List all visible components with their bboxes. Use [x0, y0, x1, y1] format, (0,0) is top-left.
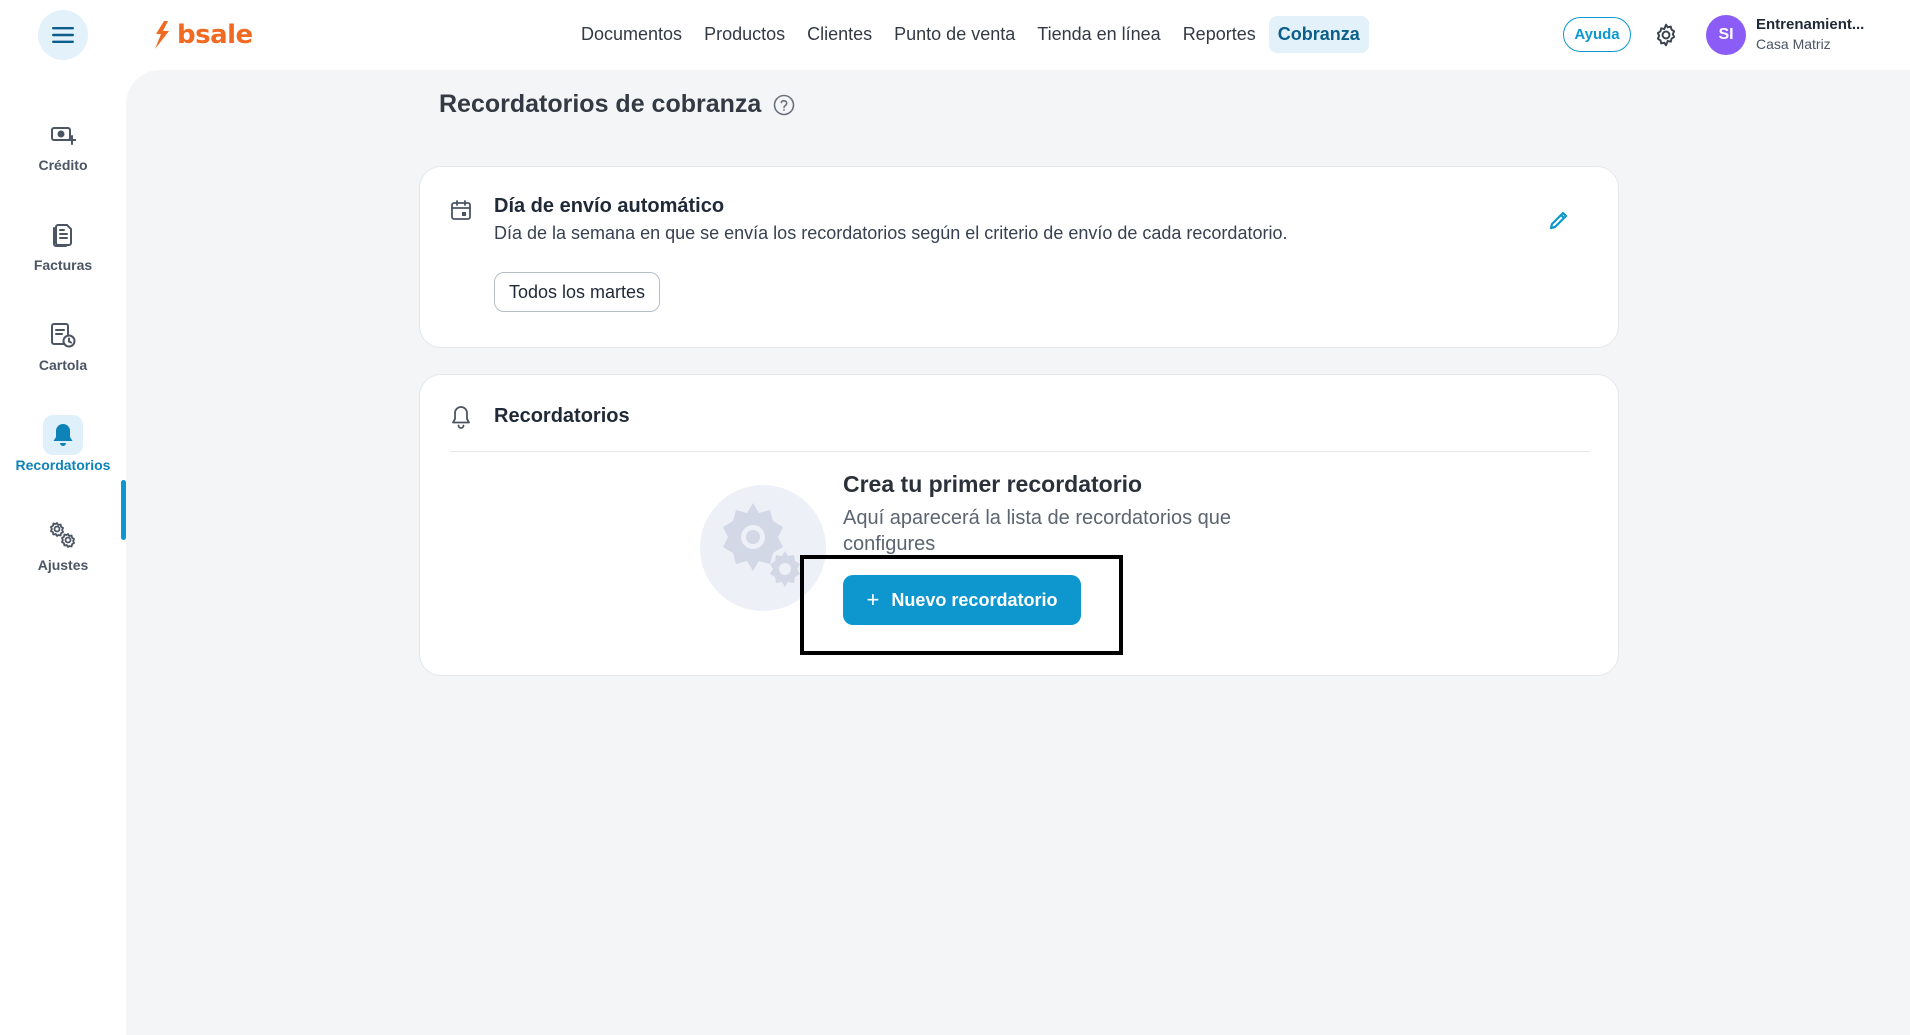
sidebar-item-credito[interactable]: Crédito — [0, 115, 126, 195]
bell-outline-icon — [452, 406, 470, 429]
sidebar-item-ajustes[interactable]: Ajustes — [0, 515, 126, 595]
auto-send-description: Día de la semana en que se envía los rec… — [494, 223, 1288, 243]
statement-clock-icon — [51, 323, 76, 348]
bell-icon — [53, 424, 73, 446]
top-navigation: Documentos Productos Clientes Punto de v… — [572, 14, 1369, 54]
sidebar-item-facturas[interactable]: Facturas — [0, 215, 126, 295]
gears-illustration-icon — [700, 485, 826, 611]
sidebar-item-label: Cartola — [38, 357, 88, 373]
empty-state-title: Crea tu primer recordatorio — [843, 471, 1143, 497]
nav-cobranza[interactable]: Cobranza — [1268, 15, 1369, 53]
top-bar: bsale Documentos Productos Clientes Punt… — [0, 0, 1910, 70]
edit-button[interactable] — [1544, 205, 1574, 235]
auto-send-day-chip[interactable]: Todos los martes — [494, 272, 661, 312]
hamburger-menu-button[interactable] — [38, 10, 88, 60]
nav-tienda-en-linea[interactable]: Tienda en línea — [1028, 16, 1169, 53]
hamburger-icon — [52, 27, 74, 43]
gear-icon — [1656, 23, 1676, 47]
main-content: Recordatorios de cobranza Día de envío a… — [126, 70, 1910, 1035]
new-reminder-button[interactable]: + Nuevo recordatorio — [843, 575, 1081, 625]
plus-icon: + — [866, 587, 880, 612]
sidebar-item-cartola[interactable]: Cartola — [0, 315, 126, 395]
page-header: Recordatorios de cobranza — [439, 90, 795, 119]
reminders-card: Recordatorios Crea tu primer recordatori… — [419, 374, 1619, 676]
pencil-icon — [1549, 211, 1568, 230]
user-info[interactable]: Entrenamient... Casa Matriz — [1756, 16, 1901, 52]
reminders-title: Recordatorios — [494, 405, 630, 427]
bolt-logo-icon — [155, 21, 169, 49]
user-branch: Casa Matriz — [1756, 36, 1831, 52]
money-plus-icon — [51, 127, 76, 145]
nav-clientes[interactable]: Clientes — [798, 16, 881, 53]
sidebar-item-label: Crédito — [38, 157, 88, 173]
nav-reportes[interactable]: Reportes — [1174, 16, 1265, 53]
gears-icon — [50, 522, 75, 548]
settings-button[interactable] — [1650, 19, 1682, 51]
empty-state-description: Aquí aparecerá la lista de recordatorios… — [843, 507, 1232, 555]
divider — [450, 451, 1590, 452]
sidebar: Crédito Facturas Cartola Recordatorios A… — [0, 70, 126, 1035]
sidebar-item-label: Facturas — [33, 257, 93, 273]
user-name: Entrenamient... — [1756, 16, 1865, 33]
sidebar-item-label: Recordatorios — [15, 457, 111, 473]
documents-icon — [53, 224, 72, 247]
logo-text: bsale — [177, 20, 253, 50]
help-button[interactable]: Ayuda — [1563, 17, 1631, 52]
sidebar-item-recordatorios[interactable]: Recordatorios — [0, 415, 126, 495]
user-avatar[interactable]: SI — [1706, 15, 1746, 55]
nav-productos[interactable]: Productos — [695, 16, 794, 53]
bsale-logo[interactable]: bsale — [153, 18, 253, 52]
help-circle-icon[interactable] — [773, 94, 795, 116]
sidebar-item-label: Ajustes — [37, 557, 89, 573]
page-title: Recordatorios de cobranza — [439, 90, 762, 118]
auto-send-card: Día de envío automático Día de la semana… — [419, 166, 1619, 348]
auto-send-title: Día de envío automático — [494, 195, 725, 217]
calendar-icon — [451, 200, 471, 220]
nav-documentos[interactable]: Documentos — [572, 16, 691, 53]
new-reminder-label: Nuevo recordatorio — [891, 589, 1058, 610]
nav-punto-de-venta[interactable]: Punto de venta — [885, 16, 1024, 53]
